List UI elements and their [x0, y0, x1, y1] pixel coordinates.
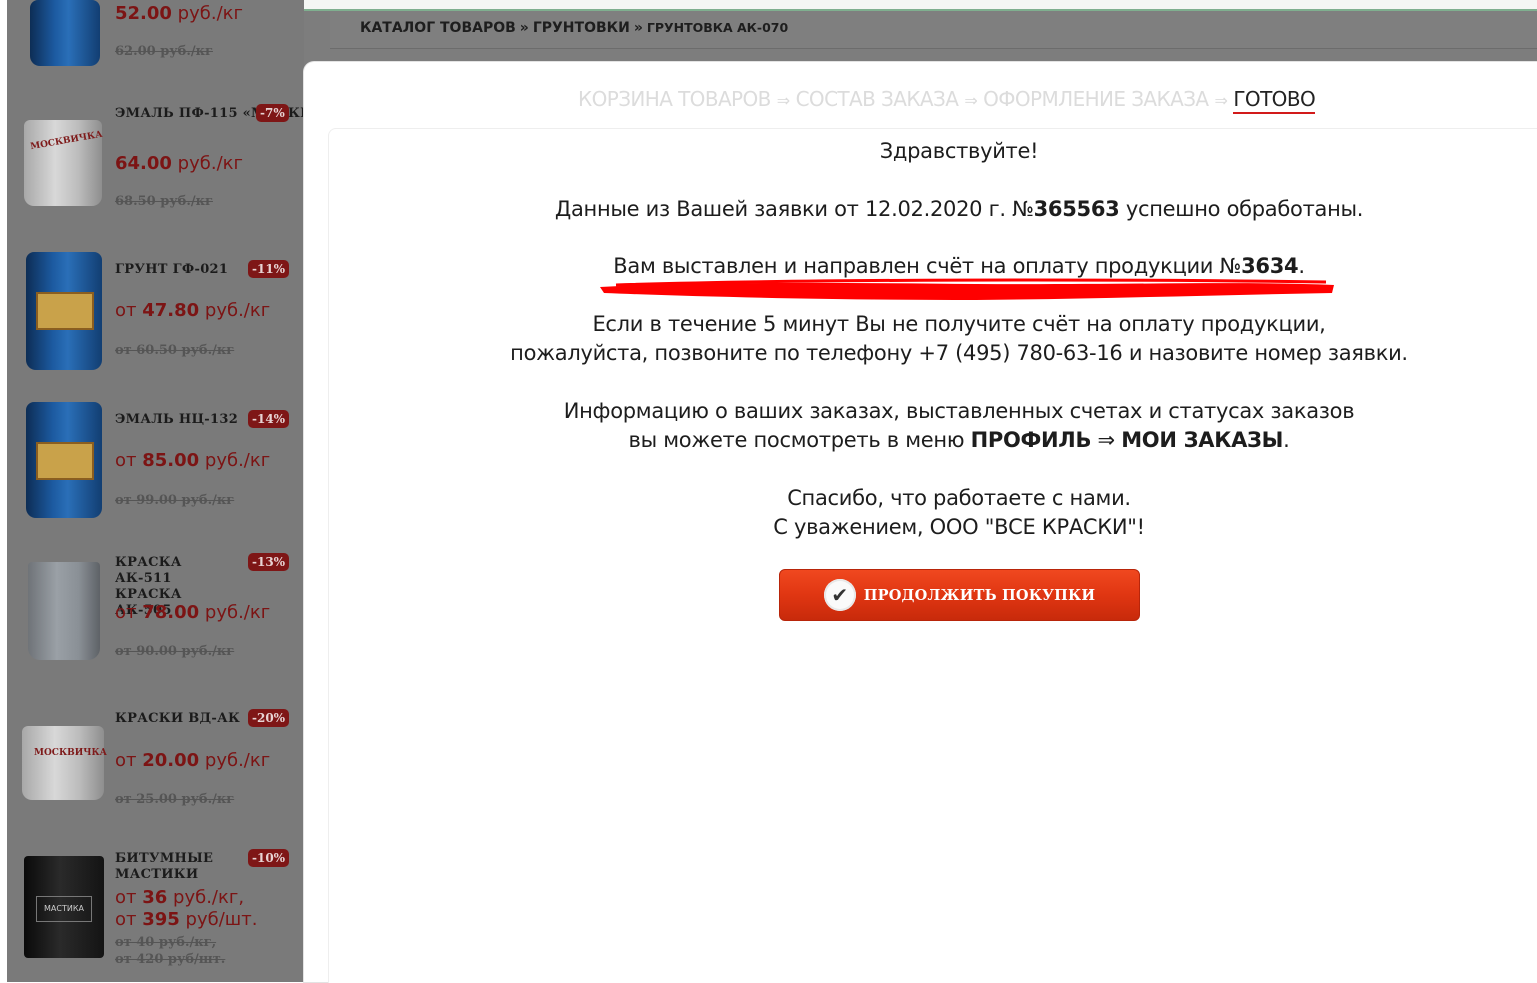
- product-name[interactable]: КРАСКИ ВД-АК: [115, 711, 240, 727]
- regards-text: С уважением, ООО "ВСЕ КРАСКИ"!: [773, 515, 1145, 539]
- step-checkout: ОФОРМЛЕНИЕ ЗАКАЗА: [983, 87, 1209, 111]
- product-price: от 85.00 руб./кг: [115, 450, 271, 471]
- product-image-moskvichka-pail[interactable]: МОСКВИЧКА: [22, 726, 107, 800]
- continue-shopping-label: ПРОДОЛЖИТЬ ПОКУПКИ: [863, 586, 1096, 604]
- discount-badge: -7%: [256, 104, 289, 122]
- order-processed-text: Данные из Вашей заявки от 12.02.2020 г. …: [554, 197, 1364, 221]
- breadcrumb-current: ГРУНТОВКА АК-070: [646, 20, 789, 35]
- step-done: ГОТОВО: [1233, 87, 1316, 114]
- discount-badge: -14%: [248, 410, 290, 428]
- product-image-bitumen-bucket[interactable]: МАСТИКА: [24, 856, 104, 958]
- product-old-price: 68.50 руб./кг: [115, 194, 213, 209]
- order-number: 365563: [1033, 197, 1120, 221]
- breadcrumb-category[interactable]: ГРУНТОВКИ: [533, 20, 630, 36]
- menu-my-orders-link[interactable]: МОИ ЗАКАЗЫ: [1121, 428, 1283, 452]
- product-price: от 36 руб./кг,: [115, 887, 245, 908]
- product-image-label: МОСКВИЧКА: [34, 748, 107, 758]
- product-price: 52.00 руб./кг: [115, 3, 243, 24]
- checkout-steps: КОРЗИНА ТОВАРОВ ⇒ СОСТАВ ЗАКАЗА ⇒ ОФОРМЛЕНИЕ…: [578, 87, 1316, 114]
- discount-badge: -11%: [248, 260, 290, 278]
- menu-profile-link[interactable]: ПРОФИЛЬ: [971, 428, 1092, 452]
- breadcrumb: КАТАЛОГ ТОВАРОВ» ГРУНТОВКИ» ГРУНТОВКА АК-0…: [330, 11, 1537, 49]
- check-icon: ✔: [823, 579, 856, 611]
- product-image-enamel-bucket[interactable]: [30, 0, 100, 66]
- product-old-price: от 60.50 руб./кг: [115, 343, 235, 358]
- product-price: от 78.00 руб./кг: [115, 602, 271, 623]
- red-marker-underline: [600, 278, 1334, 300]
- bucket-label-graphic: [36, 292, 94, 330]
- discount-badge: -20%: [248, 709, 290, 727]
- product-old-price: 62.00 руб./кг: [115, 44, 213, 59]
- breadcrumb-catalog[interactable]: КАТАЛОГ ТОВАРОВ: [360, 20, 516, 36]
- product-image-moskvichka-can[interactable]: МОСКВИЧКА: [24, 120, 104, 206]
- call-phone-text: пожалуйста, позвоните по телефону +7 (49…: [510, 341, 1408, 365]
- product-name[interactable]: БИТУМНЫЕ МАСТИКИ: [115, 851, 235, 883]
- product-old-price: от 90.00 руб./кг: [115, 644, 235, 659]
- bucket-label-graphic: [36, 442, 94, 480]
- discount-badge: -10%: [248, 849, 290, 867]
- product-old-price-per-piece: от 420 руб/шт.: [115, 952, 226, 967]
- product-old-price: от 40 руб./кг,: [115, 935, 217, 950]
- orders-info-text: Информацию о ваших заказах, выставленных…: [563, 399, 1355, 423]
- step-cart: КОРЗИНА ТОВАРОВ: [578, 87, 771, 111]
- product-image-label: МОСКВИЧКА: [29, 129, 104, 153]
- continue-shopping-button[interactable]: ✔ ПРОДОЛЖИТЬ ПОКУПКИ: [779, 569, 1140, 621]
- product-price: от 20.00 руб./кг: [115, 750, 271, 771]
- breadcrumb-separator: »: [633, 20, 643, 36]
- breadcrumb-separator: »: [519, 20, 529, 36]
- product-name[interactable]: ЭМАЛЬ НЦ-132: [115, 412, 238, 428]
- product-old-price: от 99.00 руб./кг: [115, 493, 235, 508]
- step-arrow: ⇒: [1214, 91, 1228, 110]
- discount-badge: -13%: [248, 553, 290, 571]
- product-image-label: МАСТИКА: [36, 896, 92, 922]
- product-old-price: от 25.00 руб./кг: [115, 792, 235, 807]
- product-image-primer-bucket[interactable]: [26, 252, 102, 370]
- product-price-per-piece: от 395 руб/шт.: [115, 909, 258, 930]
- product-image-paint-pail[interactable]: [28, 562, 100, 660]
- step-arrow: ⇒: [964, 91, 978, 110]
- step-arrow: ⇒: [776, 91, 790, 110]
- if-not-received-text: Если в течение 5 минут Вы не получите сч…: [592, 312, 1326, 336]
- greeting-text: Здравствуйте!: [879, 139, 1039, 163]
- product-price: от 47.80 руб./кг: [115, 300, 271, 321]
- product-name[interactable]: ГРУНТ ГФ-021: [115, 262, 228, 278]
- step-composition: СОСТАВ ЗАКАЗА: [795, 87, 959, 111]
- left-margin: [0, 0, 7, 982]
- product-price: 64.00 руб./кг: [115, 153, 243, 174]
- profile-menu-text: вы можете посмотреть в меню ПРОФИЛЬ ⇒ МО…: [628, 428, 1290, 452]
- thanks-text: Спасибо, что работаете с нами.: [787, 486, 1131, 510]
- product-image-enamel-bucket[interactable]: [26, 402, 102, 518]
